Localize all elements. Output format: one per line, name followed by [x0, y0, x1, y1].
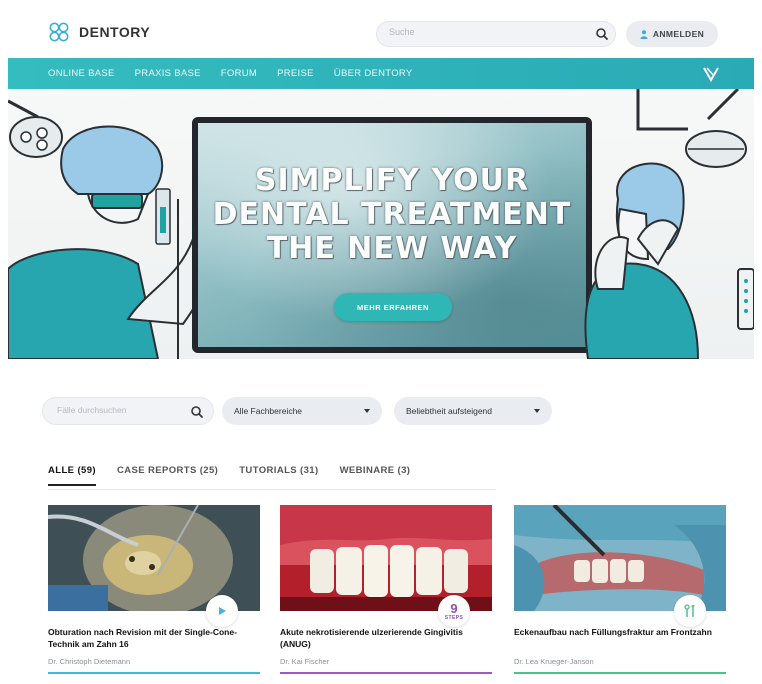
- nav-item-ueber-dentory[interactable]: ÜBER DENTORY: [334, 68, 413, 79]
- brand-mark-icon[interactable]: [702, 65, 720, 83]
- case-search-input[interactable]: [57, 405, 187, 415]
- chevron-down-icon: [364, 409, 370, 413]
- steps-count: 9: [450, 600, 458, 616]
- card-accent-bar: [48, 672, 260, 674]
- nav-item-preise[interactable]: PREISE: [277, 68, 314, 79]
- tab-webinare[interactable]: WEBINARE (3): [340, 465, 411, 486]
- card-author: Dr. Christoph Dietemann: [48, 657, 131, 666]
- user-icon: [640, 29, 648, 39]
- card-thumbnail: [48, 505, 260, 611]
- sort-dropdown-value: Beliebtheit aufsteigend: [406, 406, 493, 416]
- card-title[interactable]: Akute nekrotisierende ulzerierende Gingi…: [280, 626, 480, 650]
- dental-tools-icon: [684, 604, 695, 617]
- site-search: [376, 21, 616, 47]
- card-author: Dr. Lea Krueger-Janson: [514, 657, 594, 666]
- tab-case-reports[interactable]: CASE REPORTS (25): [117, 465, 218, 486]
- case-card[interactable]: Obturation nach Revision mit der Single-…: [48, 505, 260, 677]
- chevron-down-icon: [534, 409, 540, 413]
- card-title[interactable]: Eckenaufbau nach Füllungsfraktur am Fron…: [514, 626, 714, 638]
- category-dropdown-value: Alle Fachbereiche: [234, 406, 303, 416]
- content-tabs: ALLE (59) CASE REPORTS (25) TUTORIALS (3…: [48, 465, 431, 486]
- card-title[interactable]: Obturation nach Revision mit der Single-…: [48, 626, 248, 650]
- more-info-button[interactable]: MEHR ERFAHREN: [334, 293, 452, 321]
- login-button[interactable]: ANMELDEN: [626, 21, 718, 47]
- nav-item-online-base[interactable]: ONLINE BASE: [48, 68, 115, 79]
- steps-label: STEPS: [444, 614, 464, 621]
- brand-logo[interactable]: DENTORY: [48, 21, 150, 43]
- login-label: ANMELDEN: [652, 29, 705, 39]
- card-accent-bar: [514, 672, 726, 674]
- card-author: Dr. Kai Fischer: [280, 657, 330, 666]
- tools-badge: [674, 595, 706, 627]
- nav-item-praxis-base[interactable]: PRAXIS BASE: [135, 68, 201, 79]
- card-thumbnail: [280, 505, 492, 611]
- nav-item-forum[interactable]: FORUM: [221, 68, 257, 79]
- category-dropdown[interactable]: Alle Fachbereiche: [222, 397, 382, 425]
- case-search: [42, 397, 214, 425]
- search-icon[interactable]: [592, 24, 612, 44]
- site-search-input[interactable]: [389, 27, 589, 37]
- card-accent-bar: [280, 672, 492, 674]
- video-badge: [206, 595, 238, 627]
- tab-alle[interactable]: ALLE (59): [48, 465, 96, 486]
- search-icon[interactable]: [187, 402, 207, 422]
- site-header: DENTORY ANMELDEN: [8, 8, 754, 58]
- hero-banner: SIMPLIFY YOUR DENTAL TREATMENT THE NEW W…: [8, 89, 754, 359]
- sort-dropdown[interactable]: Beliebtheit aufsteigend: [394, 397, 552, 425]
- steps-badge: 9 STEPS: [438, 595, 470, 627]
- case-card[interactable]: 9 STEPS Akute nekrotisierende ulzerieren…: [280, 505, 492, 677]
- dentory-logo-icon: [49, 22, 69, 42]
- tabs-divider: [48, 489, 496, 490]
- case-card[interactable]: Eckenaufbau nach Füllungsfraktur am Fron…: [514, 505, 726, 677]
- brand-name: DENTORY: [79, 24, 151, 40]
- play-icon: [219, 607, 226, 615]
- tab-tutorials[interactable]: TUTORIALS (31): [239, 465, 318, 486]
- assistant-illustration: [584, 89, 754, 359]
- main-nav: ONLINE BASE PRAXIS BASE FORUM PREISE ÜBE…: [8, 58, 754, 89]
